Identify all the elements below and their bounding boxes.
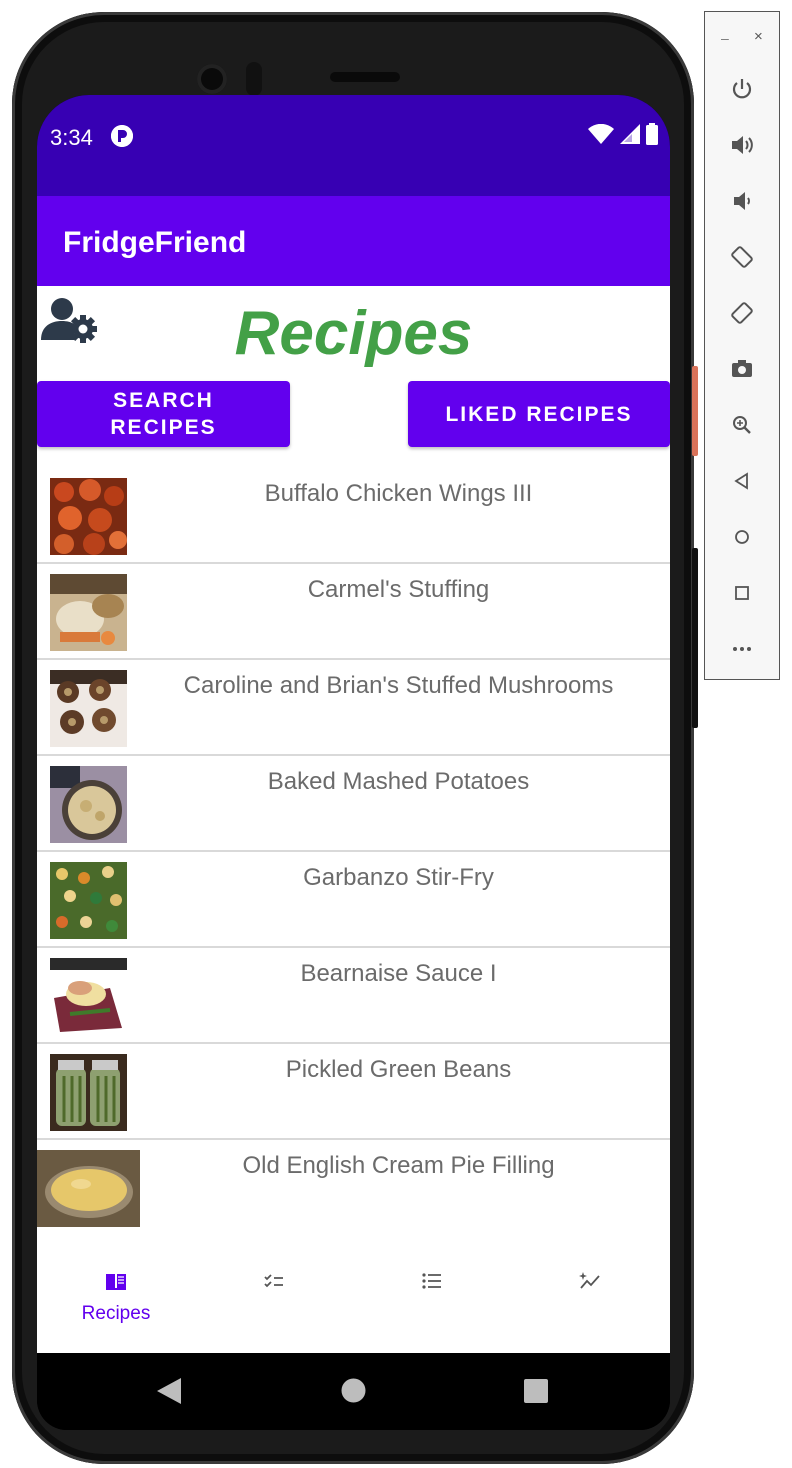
- status-time: 3:34: [50, 125, 93, 150]
- close-icon[interactable]: ×: [754, 28, 763, 45]
- rotate-left-icon[interactable]: [729, 244, 755, 270]
- app-title: FridgeFriend: [63, 226, 247, 259]
- battery-icon: [646, 123, 658, 150]
- zoom-icon[interactable]: [729, 412, 755, 438]
- nav-tab-recipes[interactable]: Recipes: [37, 1233, 195, 1353]
- camera-icon[interactable]: [729, 356, 755, 382]
- more-icon[interactable]: [729, 636, 755, 662]
- front-camera: [197, 64, 227, 94]
- nav-tab-insights[interactable]: [511, 1233, 669, 1353]
- recipe-list: Buffalo Chicken Wings III Carmel's Stuff…: [37, 468, 670, 1236]
- list-icon: [421, 1270, 443, 1292]
- system-navigation-bar: [37, 1353, 670, 1430]
- volume-up-icon[interactable]: [729, 132, 755, 158]
- overview-icon[interactable]: [729, 580, 755, 606]
- recipe-thumbnail: [50, 958, 127, 1035]
- recipe-thumbnail: [50, 574, 127, 651]
- recipe-row[interactable]: Caroline and Brian's Stuffed Mushrooms: [37, 660, 670, 756]
- power-icon[interactable]: [729, 76, 755, 102]
- page-title: Recipes: [234, 299, 473, 368]
- app-bar: FridgeFriend: [37, 196, 670, 286]
- liked-recipes-label: LIKED RECIPES: [445, 402, 633, 426]
- recipe-title: Garbanzo Stir-Fry: [303, 864, 494, 891]
- recipe-title: Pickled Green Beans: [285, 1056, 512, 1083]
- liked-recipes-button[interactable]: LIKED RECIPES: [408, 381, 670, 447]
- recipe-title: Caroline and Brian's Stuffed Mushrooms: [183, 672, 614, 699]
- volume-down-icon[interactable]: [729, 188, 755, 214]
- bottom-navigation: Recipes: [37, 1233, 670, 1353]
- recipe-title: Old English Cream Pie Filling: [242, 1152, 555, 1179]
- power-side-button[interactable]: [692, 366, 698, 456]
- status-bar: 3:34: [37, 95, 670, 196]
- back-icon[interactable]: [157, 1378, 181, 1409]
- main-content: Recipes SEARCH RECIPES LIKED RECIPES Buf…: [37, 286, 670, 1353]
- emulator-window-controls: – ×: [705, 28, 781, 50]
- earpiece-speaker: [330, 72, 400, 82]
- proximity-sensor: [246, 62, 262, 96]
- search-recipes-label: SEARCH RECIPES: [110, 389, 217, 439]
- notification-app-icon: [111, 125, 133, 147]
- rotate-right-icon[interactable]: [729, 300, 755, 326]
- recipe-title: Bearnaise Sauce I: [300, 960, 497, 987]
- recipe-thumbnail: [50, 478, 127, 555]
- home-icon[interactable]: [729, 524, 755, 550]
- recipe-thumbnail: [50, 766, 127, 843]
- recipe-row[interactable]: Garbanzo Stir-Fry: [37, 852, 670, 948]
- phone-screen: 3:34 FridgeFriend Recipes SEARCH RECIPES…: [37, 95, 670, 1430]
- home-icon[interactable]: [341, 1378, 366, 1408]
- nav-tab-list[interactable]: [353, 1233, 511, 1353]
- recipe-title: Buffalo Chicken Wings III: [264, 480, 533, 507]
- wifi-icon: [588, 123, 614, 149]
- recipe-row[interactable]: Buffalo Chicken Wings III: [37, 468, 670, 564]
- recipe-thumbnail: [50, 862, 127, 939]
- status-icons: [588, 123, 658, 150]
- recipe-title: Carmel's Stuffing: [307, 576, 490, 603]
- signal-icon: [620, 124, 640, 149]
- search-recipes-button[interactable]: SEARCH RECIPES: [37, 381, 290, 447]
- overview-icon[interactable]: [524, 1379, 548, 1408]
- recipe-thumbnail: [50, 1054, 127, 1131]
- recipe-row[interactable]: Pickled Green Beans: [37, 1044, 670, 1140]
- volume-side-button[interactable]: [692, 548, 698, 728]
- checklist-icon: [263, 1270, 285, 1292]
- sparkle-chart-icon: [579, 1270, 601, 1292]
- recipe-row[interactable]: Bearnaise Sauce I: [37, 948, 670, 1044]
- recipe-title: Baked Mashed Potatoes: [267, 768, 530, 795]
- nav-label-recipes: Recipes: [81, 1303, 151, 1324]
- recipe-thumbnail: [50, 670, 127, 747]
- nav-tab-checklist[interactable]: [195, 1233, 353, 1353]
- recipe-thumbnail: [37, 1150, 140, 1227]
- emulator-toolbar: – ×: [704, 11, 780, 680]
- recipe-row[interactable]: Baked Mashed Potatoes: [37, 756, 670, 852]
- minimize-icon[interactable]: –: [721, 30, 729, 46]
- back-icon[interactable]: [729, 468, 755, 494]
- recipe-row[interactable]: Old English Cream Pie Filling: [37, 1140, 670, 1236]
- recipe-row[interactable]: Carmel's Stuffing: [37, 564, 670, 660]
- book-icon: [105, 1270, 127, 1292]
